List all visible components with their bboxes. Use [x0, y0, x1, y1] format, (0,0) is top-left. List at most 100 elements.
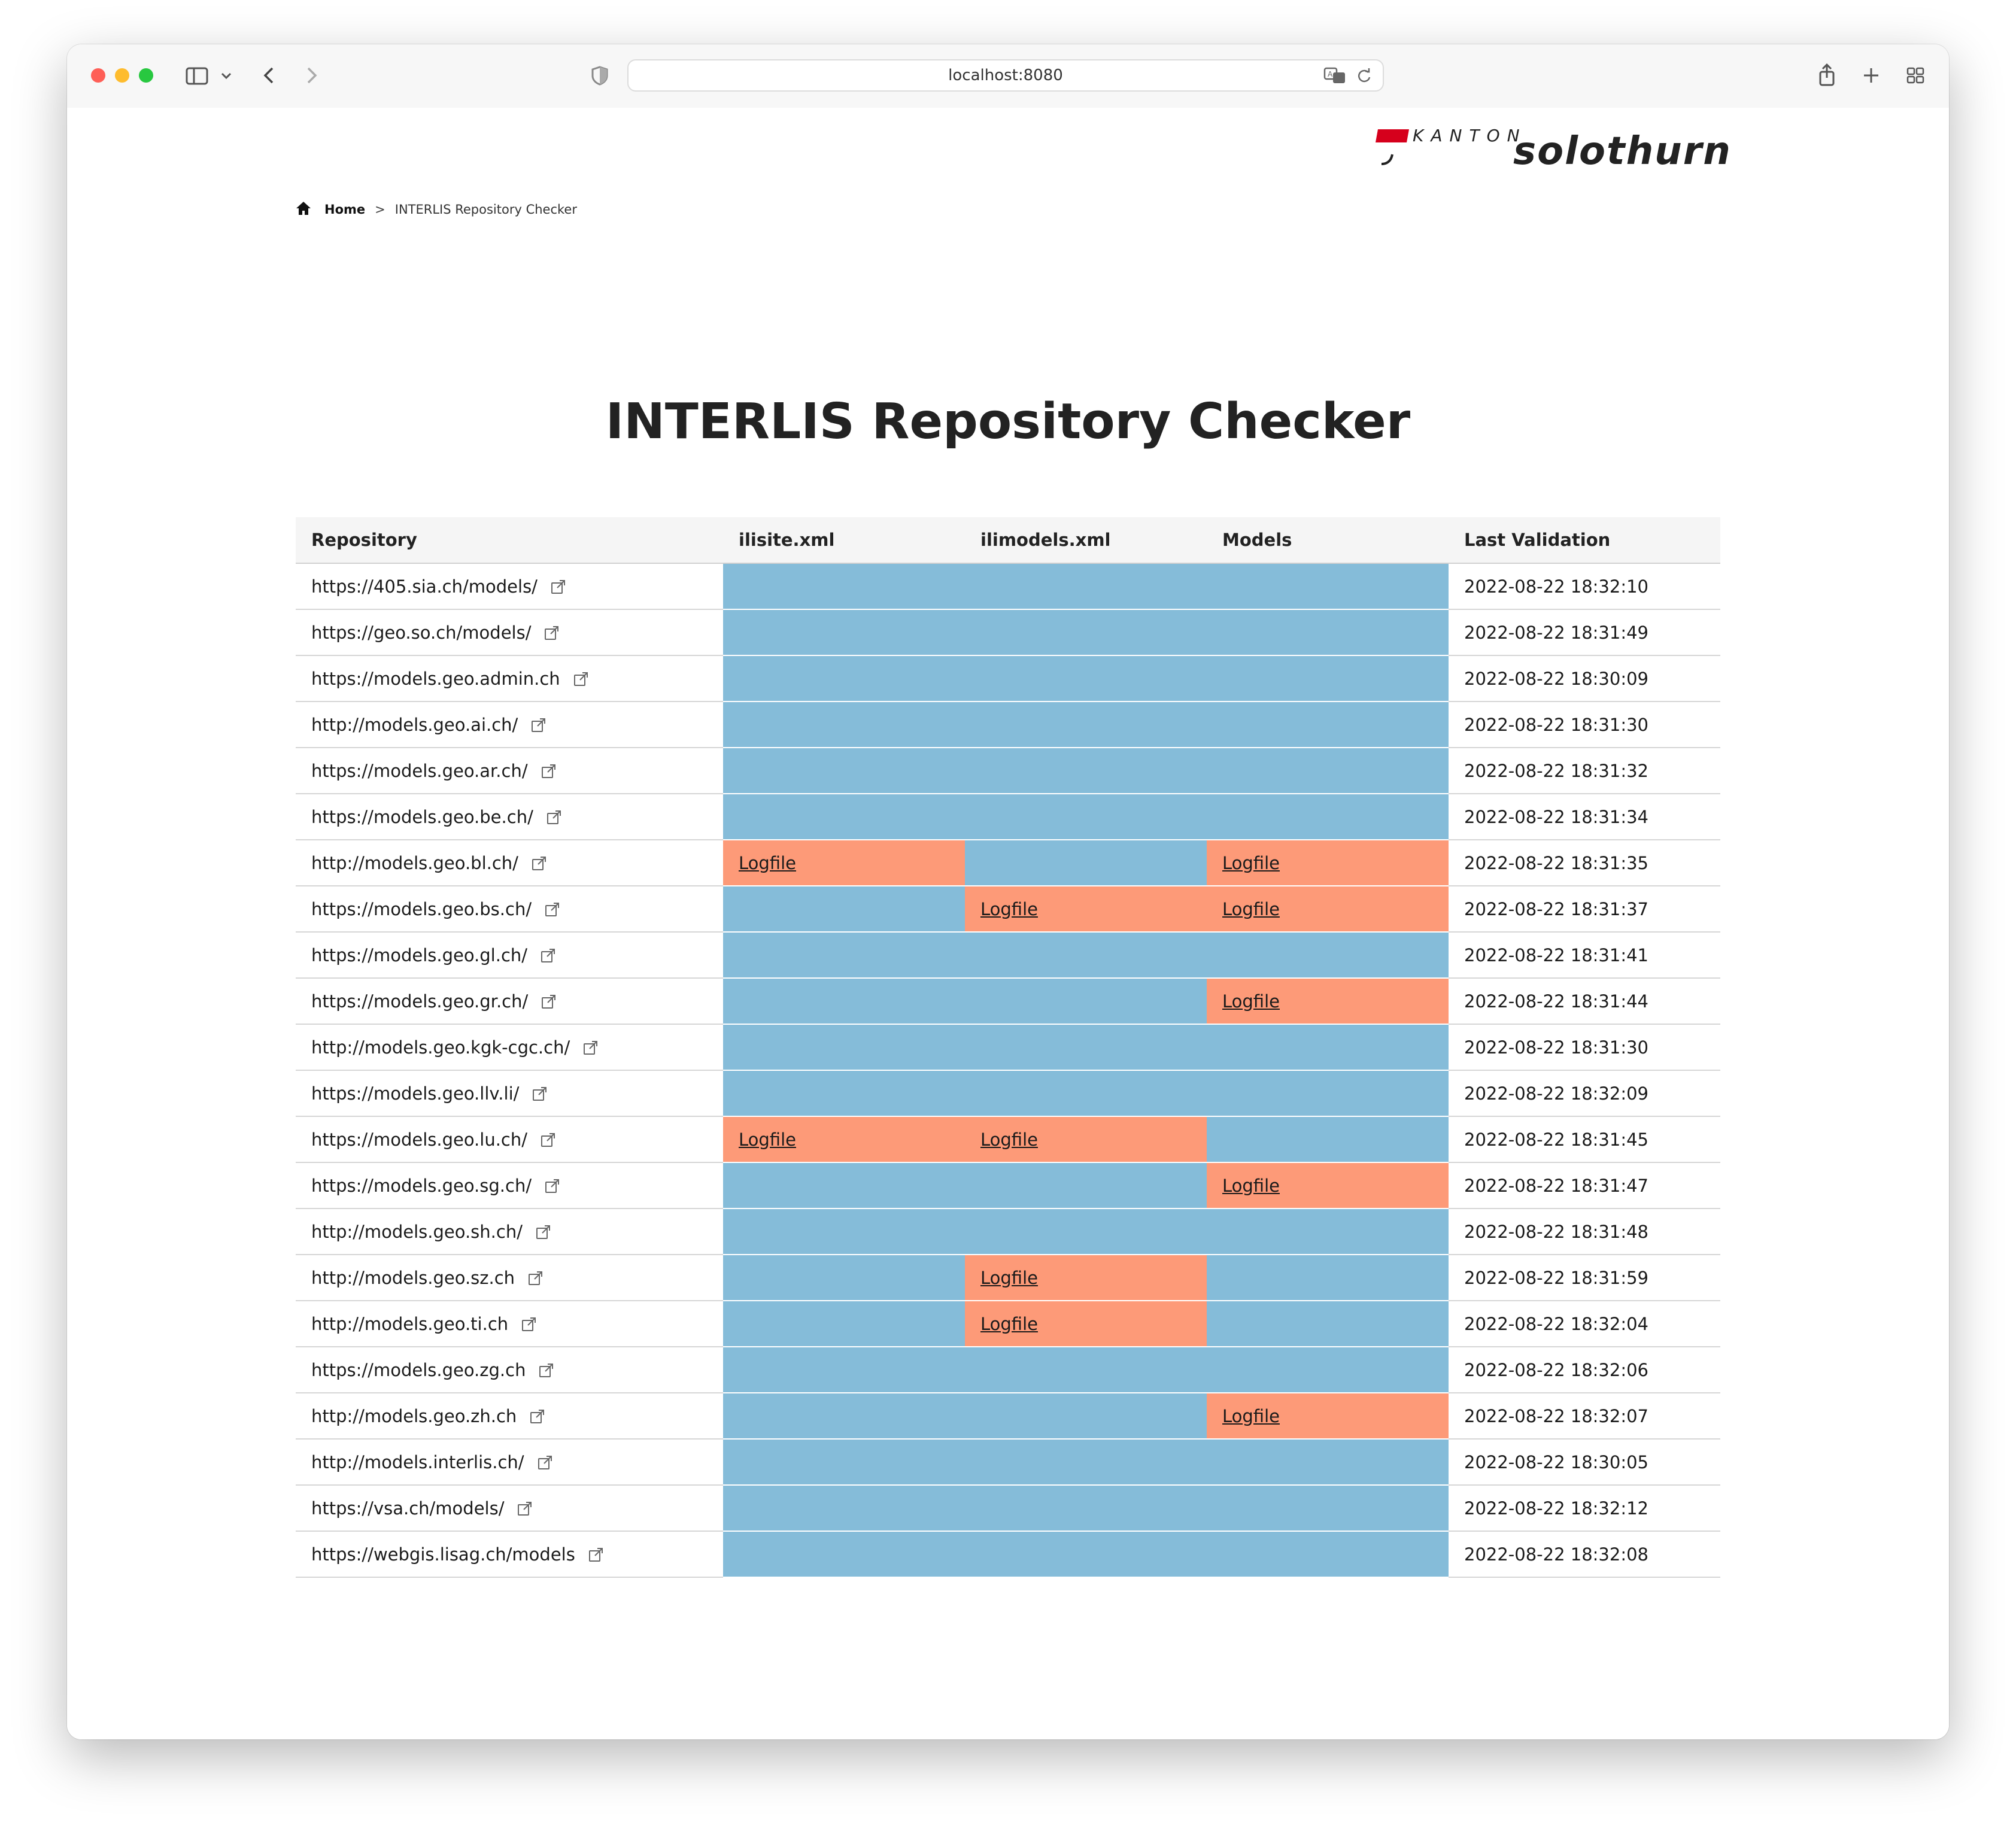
- external-link-icon[interactable]: [532, 1086, 548, 1101]
- translate-icon[interactable]: A: [1323, 65, 1347, 88]
- external-link-icon[interactable]: [541, 948, 556, 963]
- external-link-icon[interactable]: [521, 1316, 537, 1332]
- repository-cell: https://405.sia.ch/models/: [296, 563, 723, 610]
- external-link-icon[interactable]: [588, 1547, 604, 1562]
- repository-url: https://models.geo.admin.ch: [311, 668, 560, 689]
- ilisite-status-cell: [723, 1070, 965, 1116]
- reload-icon[interactable]: [1355, 65, 1373, 88]
- external-link-icon[interactable]: [539, 1362, 554, 1378]
- repository-url: https://vsa.ch/models/: [311, 1498, 505, 1519]
- table-row: https://405.sia.ch/models/2022-08-22 18:…: [296, 563, 1720, 610]
- ilisite-status-cell: [723, 1301, 965, 1347]
- ilimodels-status-cell: [965, 1208, 1207, 1255]
- tab-overview-icon[interactable]: [1903, 60, 1927, 91]
- ilisite-status-cell: [723, 1255, 965, 1301]
- new-tab-plus-icon[interactable]: [1859, 60, 1883, 91]
- external-link-icon[interactable]: [531, 717, 546, 733]
- external-link-icon[interactable]: [528, 1270, 544, 1286]
- close-window-button[interactable]: [91, 68, 105, 83]
- last-validation-cell: 2022-08-22 18:31:47: [1449, 1162, 1720, 1209]
- last-validation-cell: 2022-08-22 18:32:08: [1449, 1531, 1720, 1578]
- breadcrumb-current: INTERLIS Repository Checker: [394, 202, 577, 217]
- repository-url: https://models.geo.ar.ch/: [311, 760, 528, 781]
- models-status-cell: [1207, 1024, 1449, 1070]
- external-link-icon[interactable]: [541, 1132, 556, 1147]
- browser-toolbar: localhost:8080 A: [67, 44, 1949, 109]
- last-validation-cell: 2022-08-22 18:32:07: [1449, 1393, 1720, 1440]
- table-row: https://models.geo.admin.ch 2022-08-22 18…: [296, 655, 1720, 702]
- logfile-link[interactable]: Logfile: [1222, 991, 1280, 1012]
- repository-table: Repository ilisite.xml ilimodels.xml Mod…: [296, 517, 1720, 1578]
- logfile-link[interactable]: Logfile: [1222, 899, 1280, 919]
- repository-cell: https://models.geo.admin.ch: [296, 655, 723, 702]
- repository-cell: http://models.geo.kgk-cgc.ch/: [296, 1024, 723, 1071]
- table-row: http://models.geo.ai.ch/2022-08-22 18:31…: [296, 702, 1720, 748]
- logfile-link[interactable]: Logfile: [1222, 1176, 1280, 1196]
- last-validation-cell: 2022-08-22 18:30:05: [1449, 1439, 1720, 1486]
- minimize-window-button[interactable]: [115, 68, 129, 83]
- header-repository: Repository: [296, 517, 723, 564]
- ilisite-status-cell: [723, 1347, 965, 1393]
- privacy-shield-icon[interactable]: [589, 60, 611, 91]
- repository-url: http://models.geo.bl.ch/: [311, 852, 518, 873]
- chevron-down-icon[interactable]: [219, 60, 233, 91]
- last-validation-cell: 2022-08-22 18:31:49: [1449, 609, 1720, 656]
- models-status-cell: [1207, 1116, 1449, 1162]
- header-ilimodels: ilimodels.xml: [965, 517, 1207, 564]
- home-icon[interactable]: [296, 201, 311, 219]
- external-link-icon[interactable]: [545, 901, 560, 917]
- external-link-icon[interactable]: [544, 625, 560, 640]
- external-link-icon[interactable]: [546, 809, 562, 825]
- logfile-link[interactable]: Logfile: [980, 1268, 1038, 1288]
- logo-name-text: solothurn: [1513, 129, 1732, 174]
- logfile-link[interactable]: Logfile: [980, 1314, 1038, 1334]
- repository-url: https://geo.so.ch/models/: [311, 622, 532, 643]
- external-link-icon[interactable]: [545, 1178, 560, 1194]
- sidebar-toggle-icon[interactable]: [184, 60, 211, 91]
- ilimodels-status-cell: [965, 1070, 1207, 1116]
- logfile-link[interactable]: Logfile: [1222, 853, 1280, 873]
- ilimodels-status-cell: [965, 1439, 1207, 1485]
- external-link-icon[interactable]: [541, 763, 557, 779]
- share-icon[interactable]: [1815, 60, 1839, 91]
- external-link-icon[interactable]: [583, 1040, 599, 1055]
- external-link-icon[interactable]: [551, 579, 566, 594]
- external-link-icon[interactable]: [530, 1408, 545, 1424]
- last-validation-cell: 2022-08-22 18:32:12: [1449, 1485, 1720, 1532]
- last-validation-cell: 2022-08-22 18:32:10: [1449, 563, 1720, 610]
- models-status-cell: [1207, 1301, 1449, 1347]
- ilisite-status-cell: [723, 1208, 965, 1255]
- logfile-link[interactable]: Logfile: [739, 853, 796, 873]
- external-link-icon[interactable]: [538, 1454, 553, 1470]
- address-bar[interactable]: localhost:8080 A: [627, 59, 1384, 92]
- breadcrumb-home-link[interactable]: Home: [324, 202, 365, 217]
- models-status-cell: Logfile: [1207, 978, 1449, 1024]
- repository-url: http://models.geo.ti.ch: [311, 1313, 509, 1334]
- ilimodels-status-cell: [965, 932, 1207, 978]
- external-link-icon[interactable]: [517, 1501, 533, 1516]
- external-link-icon[interactable]: [573, 671, 589, 687]
- zoom-window-button[interactable]: [139, 68, 153, 83]
- logfile-link[interactable]: Logfile: [739, 1129, 796, 1150]
- ilimodels-status-cell: [965, 978, 1207, 1024]
- ilisite-status-cell: [723, 702, 965, 748]
- repository-url: http://models.geo.ai.ch/: [311, 714, 518, 735]
- ilimodels-status-cell: [965, 702, 1207, 748]
- models-status-cell: [1207, 655, 1449, 702]
- table-row: https://models.geo.ar.ch/2022-08-22 18:3…: [296, 748, 1720, 794]
- external-link-icon[interactable]: [532, 855, 547, 871]
- logfile-link[interactable]: Logfile: [980, 1129, 1038, 1150]
- logfile-link[interactable]: Logfile: [1222, 1406, 1280, 1426]
- external-link-icon[interactable]: [541, 994, 557, 1009]
- table-row: https://models.geo.zg.ch 2022-08-22 18:32…: [296, 1347, 1720, 1393]
- ilisite-status-cell: [723, 1531, 965, 1577]
- ilimodels-status-cell: [965, 840, 1207, 886]
- back-arrow-icon[interactable]: [259, 60, 280, 91]
- logfile-link[interactable]: Logfile: [980, 899, 1038, 919]
- forward-arrow-icon[interactable]: [300, 60, 322, 91]
- last-validation-cell: 2022-08-22 18:31:32: [1449, 748, 1720, 794]
- repository-cell: https://models.geo.ar.ch/: [296, 748, 723, 794]
- kanton-solothurn-logo[interactable]: KANTON solothurn: [1374, 122, 1730, 176]
- models-status-cell: [1207, 1439, 1449, 1485]
- external-link-icon[interactable]: [536, 1224, 551, 1240]
